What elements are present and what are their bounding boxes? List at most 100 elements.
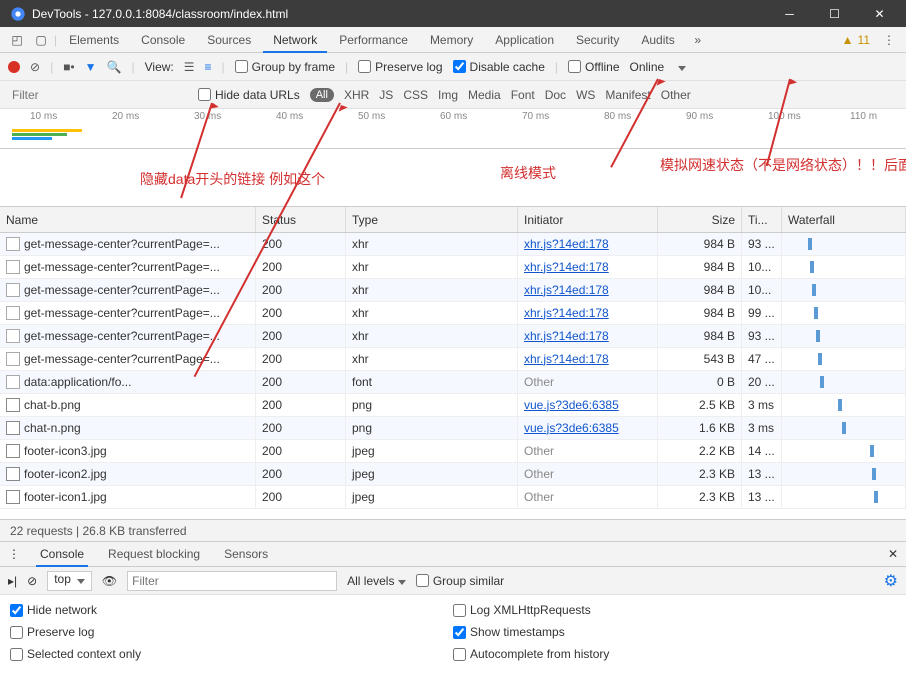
col-type[interactable]: Type bbox=[346, 207, 518, 232]
console-levels-select[interactable]: All levels bbox=[347, 574, 406, 588]
hide-network-checkbox[interactable]: Hide network bbox=[10, 603, 453, 617]
initiator-link[interactable]: xhr.js?14ed:178 bbox=[524, 306, 609, 320]
table-row[interactable]: chat-n.png200pngvue.js?3de6:63851.6 KB3 … bbox=[0, 417, 906, 440]
console-preserve-log-checkbox[interactable]: Preserve log bbox=[10, 625, 453, 639]
filter-type-all[interactable]: All bbox=[310, 88, 334, 102]
col-initiator[interactable]: Initiator bbox=[518, 207, 658, 232]
filter-type-manifest[interactable]: Manifest bbox=[605, 88, 650, 102]
group-by-frame-checkbox[interactable]: Group by frame bbox=[235, 60, 335, 74]
filter-icon[interactable]: ▼ bbox=[85, 60, 97, 74]
inspect-icon[interactable]: ◰ bbox=[6, 33, 28, 47]
group-similar-checkbox[interactable]: Group similar bbox=[416, 574, 504, 588]
table-row[interactable]: get-message-center?currentPage=...200xhr… bbox=[0, 348, 906, 371]
filter-type-xhr[interactable]: XHR bbox=[344, 88, 369, 102]
filter-type-font[interactable]: Font bbox=[511, 88, 535, 102]
col-status[interactable]: Status bbox=[256, 207, 346, 232]
table-row[interactable]: get-message-center?currentPage=...200xhr… bbox=[0, 233, 906, 256]
tab-network[interactable]: Network bbox=[263, 27, 327, 53]
close-button[interactable]: ✕ bbox=[857, 0, 902, 27]
filter-type-other[interactable]: Other bbox=[661, 88, 691, 102]
more-tabs-icon[interactable]: » bbox=[687, 33, 709, 47]
drawer-tab-console[interactable]: Console bbox=[36, 541, 88, 567]
tab-console[interactable]: Console bbox=[131, 27, 195, 53]
tab-security[interactable]: Security bbox=[566, 27, 629, 53]
console-eye-icon[interactable]: 👁 bbox=[102, 574, 117, 588]
maximize-button[interactable]: ☐ bbox=[812, 0, 857, 27]
drawer-tab-sensors[interactable]: Sensors bbox=[220, 541, 272, 567]
initiator-link[interactable]: vue.js?3de6:6385 bbox=[524, 398, 619, 412]
table-row[interactable]: get-message-center?currentPage=...200xhr… bbox=[0, 325, 906, 348]
console-filter-input[interactable] bbox=[127, 571, 337, 591]
initiator-link[interactable]: xhr.js?14ed:178 bbox=[524, 329, 609, 343]
cell-type: jpeg bbox=[346, 463, 518, 486]
filter-type-ws[interactable]: WS bbox=[576, 88, 595, 102]
clear-icon[interactable]: ⊘ bbox=[30, 60, 40, 74]
console-settings-gear-icon[interactable]: ⚙ bbox=[884, 571, 898, 591]
camera-icon[interactable]: ■• bbox=[63, 60, 74, 74]
cell-time: 13 ... bbox=[742, 463, 782, 486]
drawer-kebab-icon[interactable]: ⋮ bbox=[8, 547, 20, 561]
hide-data-urls-checkbox[interactable]: Hide data URLs bbox=[198, 88, 300, 102]
tab-elements[interactable]: Elements bbox=[59, 27, 129, 53]
initiator-link[interactable]: xhr.js?14ed:178 bbox=[524, 260, 609, 274]
tab-application[interactable]: Application bbox=[485, 27, 564, 53]
table-row[interactable]: footer-icon3.jpg200jpegOther2.2 KB14 ... bbox=[0, 440, 906, 463]
table-row[interactable]: footer-icon1.jpg200jpegOther2.3 KB13 ... bbox=[0, 486, 906, 509]
autocomplete-history-checkbox[interactable]: Autocomplete from history bbox=[453, 647, 896, 661]
table-row[interactable]: get-message-center?currentPage=...200xhr… bbox=[0, 256, 906, 279]
show-timestamps-checkbox[interactable]: Show timestamps bbox=[453, 625, 896, 639]
warnings-badge[interactable]: ▲ 11 bbox=[842, 33, 870, 47]
preserve-log-checkbox[interactable]: Preserve log bbox=[358, 60, 442, 74]
tab-audits[interactable]: Audits bbox=[631, 27, 684, 53]
filter-type-media[interactable]: Media bbox=[468, 88, 501, 102]
waterfall-view-icon[interactable]: ≡ bbox=[205, 60, 212, 74]
minimize-button[interactable]: ─ bbox=[767, 0, 812, 27]
console-clear-icon[interactable]: ⊘ bbox=[27, 574, 37, 588]
filter-type-js[interactable]: JS bbox=[379, 88, 393, 102]
timeline-overview[interactable]: 10 ms20 ms30 ms40 ms50 ms60 ms70 ms80 ms… bbox=[0, 109, 906, 149]
table-row[interactable]: get-message-center?currentPage=...200xhr… bbox=[0, 302, 906, 325]
requests-table-body[interactable]: get-message-center?currentPage=...200xhr… bbox=[0, 233, 906, 519]
offline-checkbox[interactable]: Offline bbox=[568, 60, 619, 74]
tab-memory[interactable]: Memory bbox=[420, 27, 483, 53]
initiator-link[interactable]: xhr.js?14ed:178 bbox=[524, 237, 609, 251]
console-context-select[interactable]: top bbox=[47, 571, 92, 591]
cell-name: get-message-center?currentPage=... bbox=[0, 325, 256, 348]
log-xhr-checkbox[interactable]: Log XMLHttpRequests bbox=[453, 603, 896, 617]
tab-sources[interactable]: Sources bbox=[197, 27, 261, 53]
col-waterfall[interactable]: Waterfall bbox=[782, 207, 906, 232]
search-icon[interactable]: 🔍 bbox=[107, 60, 122, 74]
initiator-link[interactable]: xhr.js?14ed:178 bbox=[524, 352, 609, 366]
col-size[interactable]: Size bbox=[658, 207, 742, 232]
filter-type-doc[interactable]: Doc bbox=[545, 88, 566, 102]
cell-name: footer-icon1.jpg bbox=[0, 486, 256, 509]
tab-performance[interactable]: Performance bbox=[329, 27, 418, 53]
initiator-link[interactable]: vue.js?3de6:6385 bbox=[524, 421, 619, 435]
drawer-tab-request-blocking[interactable]: Request blocking bbox=[104, 541, 204, 567]
device-toggle-icon[interactable]: ▢ bbox=[30, 33, 52, 47]
large-rows-icon[interactable]: ☰ bbox=[184, 60, 195, 74]
filter-input[interactable] bbox=[8, 85, 188, 105]
table-row[interactable]: chat-b.png200pngvue.js?3de6:63852.5 KB3 … bbox=[0, 394, 906, 417]
filter-type-css[interactable]: CSS bbox=[403, 88, 428, 102]
selected-context-checkbox[interactable]: Selected context only bbox=[10, 647, 453, 661]
col-time[interactable]: Ti... bbox=[742, 207, 782, 232]
settings-kebab-icon[interactable]: ⋮ bbox=[878, 33, 900, 47]
table-row[interactable]: get-message-center?currentPage=...200xhr… bbox=[0, 279, 906, 302]
throttling-select[interactable]: Online bbox=[630, 60, 686, 74]
initiator-link[interactable]: xhr.js?14ed:178 bbox=[524, 283, 609, 297]
cell-type: png bbox=[346, 394, 518, 417]
cell-initiator: xhr.js?14ed:178 bbox=[518, 325, 658, 348]
disable-cache-checkbox[interactable]: Disable cache bbox=[453, 60, 545, 74]
drawer-close-icon[interactable]: ✕ bbox=[888, 547, 898, 561]
col-name[interactable]: Name bbox=[0, 207, 256, 232]
record-button[interactable] bbox=[8, 61, 20, 73]
table-row[interactable]: footer-icon2.jpg200jpegOther2.3 KB13 ... bbox=[0, 463, 906, 486]
cell-name: data:application/fo... bbox=[0, 371, 256, 394]
file-icon bbox=[6, 490, 20, 504]
cell-type: xhr bbox=[346, 256, 518, 279]
console-sidebar-toggle-icon[interactable]: ▸| bbox=[8, 574, 17, 588]
table-row[interactable]: data:application/fo...200fontOther0 B20 … bbox=[0, 371, 906, 394]
cell-waterfall bbox=[782, 371, 906, 394]
filter-type-img[interactable]: Img bbox=[438, 88, 458, 102]
